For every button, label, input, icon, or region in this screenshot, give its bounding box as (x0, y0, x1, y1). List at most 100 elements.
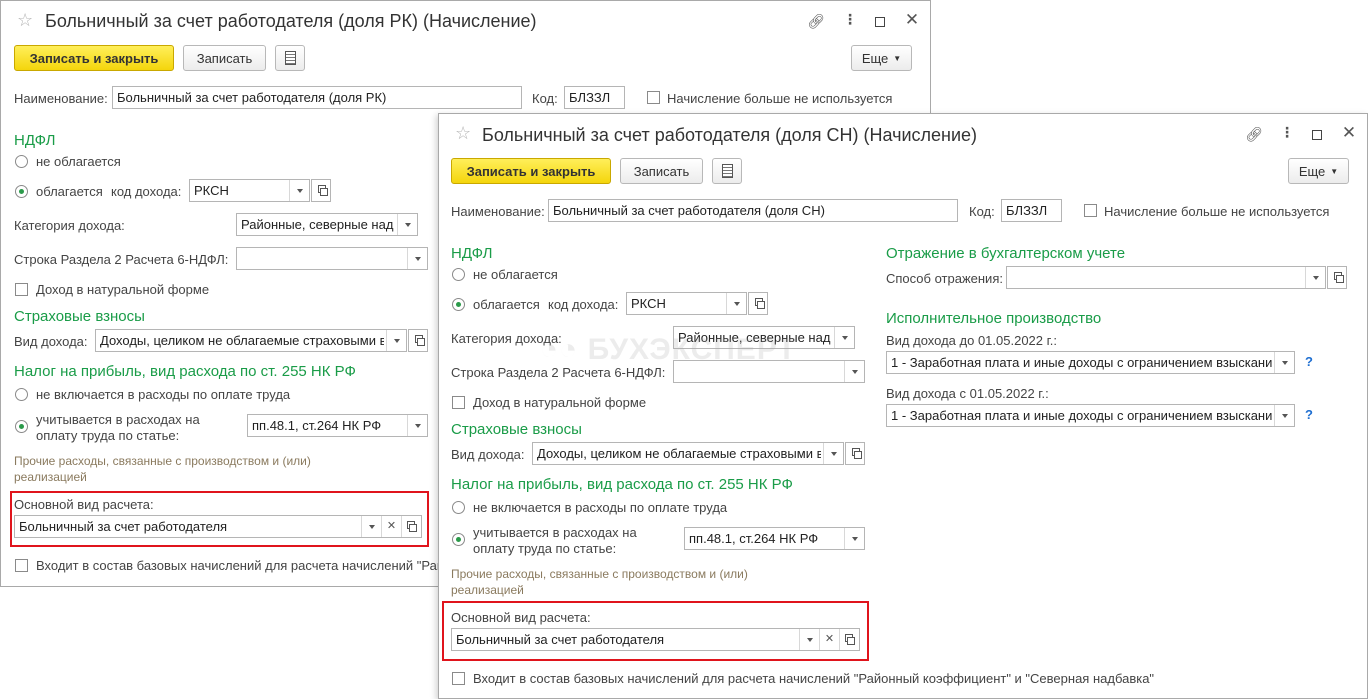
not-included-label: не включается в расходы по оплате труда (36, 387, 291, 402)
dropdown-arrow-icon[interactable] (407, 415, 427, 436)
not-included-radio[interactable] (452, 501, 465, 514)
maximize-icon[interactable] (1312, 130, 1322, 140)
dropdown-arrow-icon[interactable] (823, 443, 843, 464)
more-vertical-icon[interactable]: ⋮ (841, 11, 859, 28)
not-taxed-radio[interactable] (15, 155, 28, 168)
favorite-star-icon[interactable]: ☆ (455, 123, 471, 144)
other-expenses-hint: Прочие расходы, связанные с производство… (451, 567, 748, 597)
accounting-section-title: Отражение в бухгалтерском учете (886, 245, 1126, 262)
more-menu-button[interactable]: Еще ▼ (851, 45, 912, 71)
income-code-value: РКСН (631, 296, 666, 311)
link-icon[interactable]: 🔗︎ (1245, 126, 1263, 143)
main-type-select[interactable]: Больничный за счет работодателя ✕ (451, 628, 860, 651)
accounting-method-select[interactable] (1006, 266, 1326, 289)
taxed-radio[interactable] (15, 185, 28, 198)
watermark: ◔◔ БУХЭКСПЕРТ (540, 333, 797, 367)
row6-select[interactable] (236, 247, 428, 270)
base-accruals-checkbox[interactable] (452, 672, 465, 685)
dropdown-arrow-icon[interactable] (407, 248, 427, 269)
income-code-select[interactable]: РКСН (189, 179, 310, 202)
included-label-line1: учитывается в расходах на (473, 525, 637, 540)
name-field[interactable]: Больничный за счет работодателя (доля РК… (112, 86, 522, 109)
favorite-star-icon[interactable]: ☆ (17, 10, 33, 31)
dropdown-arrow-icon[interactable] (386, 330, 406, 351)
open-income-code-button[interactable] (311, 179, 331, 202)
code-field[interactable]: БЛЗЗЛ (564, 86, 625, 109)
dropdown-arrow-icon[interactable] (289, 180, 309, 201)
code-field[interactable]: БЛЗЗЛ (1001, 199, 1062, 222)
help-icon[interactable]: ? (1305, 407, 1313, 422)
income-code-label: код дохода: (548, 297, 619, 312)
window-accrual-sn: ☆ Больничный за счет работодателя (доля … (438, 113, 1368, 699)
dropdown-arrow-icon[interactable] (844, 528, 864, 549)
document-list-button[interactable] (275, 45, 305, 71)
dropdown-arrow-icon[interactable] (799, 629, 819, 650)
dropdown-arrow-icon[interactable] (844, 361, 864, 382)
income-after-select[interactable]: 1 - Заработная плата и иные доходы с огр… (886, 404, 1295, 427)
income-type-label: Вид дохода: (451, 447, 525, 462)
income-before-select[interactable]: 1 - Заработная плата и иные доходы с огр… (886, 351, 1295, 374)
dropdown-arrow-icon[interactable] (397, 214, 417, 235)
save-button[interactable]: Записать (183, 45, 266, 71)
not-taxed-radio[interactable] (452, 268, 465, 281)
dropdown-arrow-icon[interactable] (1305, 267, 1325, 288)
main-type-select[interactable]: Больничный за счет работодателя ✕ (14, 515, 422, 538)
dropdown-arrow-icon[interactable] (1274, 405, 1294, 426)
save-close-button[interactable]: Записать и закрыть (451, 158, 611, 184)
unused-checkbox[interactable] (1084, 204, 1097, 217)
included-label-line2: оплату труда по статье: (473, 541, 617, 556)
row6-label: Строка Раздела 2 Расчета 6-НДФЛ: (14, 252, 229, 267)
save-close-button[interactable]: Записать и закрыть (14, 45, 174, 71)
document-list-button[interactable] (712, 158, 742, 184)
open-income-type-button[interactable] (408, 329, 428, 352)
more-vertical-icon[interactable]: ⋮ (1278, 124, 1296, 141)
open-income-code-button[interactable] (748, 292, 768, 315)
insurance-section-title: Страховые взносы (14, 308, 145, 325)
name-field[interactable]: Больничный за счет работодателя (доля СН… (548, 199, 958, 222)
not-included-radio[interactable] (15, 388, 28, 401)
clear-icon[interactable]: ✕ (819, 629, 839, 650)
open-icon[interactable] (839, 629, 859, 650)
income-category-select[interactable]: Районные, северные над (236, 213, 418, 236)
base-accruals-checkbox[interactable] (15, 559, 28, 572)
taxed-label: облагается (36, 184, 103, 199)
income-type-select[interactable]: Доходы, целиком не облагаемые страховыми… (95, 329, 407, 352)
profit-tax-section-title: Налог на прибыль, вид расхода по ст. 255… (451, 476, 793, 493)
natural-income-checkbox[interactable] (15, 283, 28, 296)
other-expenses-hint: Прочие расходы, связанные с производство… (14, 454, 311, 484)
included-radio[interactable] (452, 533, 465, 546)
profit-tax-section-title: Налог на прибыль, вид расхода по ст. 255… (14, 363, 356, 380)
clear-icon[interactable]: ✕ (381, 516, 401, 537)
code-label: Код: (969, 204, 995, 219)
dropdown-arrow-icon[interactable] (834, 327, 854, 348)
natural-income-label: Доход в натуральной форме (36, 282, 210, 297)
income-before-label: Вид дохода до 01.05.2022 г.: (886, 333, 1058, 348)
document-list-icon (721, 164, 733, 178)
dropdown-arrow-icon[interactable] (726, 293, 746, 314)
save-button[interactable]: Записать (620, 158, 703, 184)
included-label-line2: оплату труда по статье: (36, 428, 180, 443)
name-label: Наименование: (14, 91, 108, 106)
expense-article-select[interactable]: пп.48.1, ст.264 НК РФ (684, 527, 865, 550)
more-menu-button[interactable]: Еще ▼ (1288, 158, 1349, 184)
window-title: Больничный за счет работодателя (доля СН… (482, 125, 978, 145)
close-icon[interactable]: ✕ (1340, 123, 1358, 143)
included-radio[interactable] (15, 420, 28, 433)
dropdown-arrow-icon[interactable] (361, 516, 381, 537)
natural-income-checkbox[interactable] (452, 396, 465, 409)
not-taxed-label: не облагается (473, 267, 558, 282)
unused-checkbox[interactable] (647, 91, 660, 104)
taxed-radio[interactable] (452, 298, 465, 311)
maximize-icon[interactable] (875, 17, 885, 27)
income-code-select[interactable]: РКСН (626, 292, 747, 315)
open-accounting-method-button[interactable] (1327, 266, 1347, 289)
income-type-select[interactable]: Доходы, целиком не облагаемые страховыми… (532, 442, 844, 465)
expense-article-select[interactable]: пп.48.1, ст.264 НК РФ (247, 414, 428, 437)
close-icon[interactable]: ✕ (903, 10, 921, 30)
open-icon[interactable] (401, 516, 421, 537)
open-income-type-button[interactable] (845, 442, 865, 465)
link-icon[interactable]: 🔗︎ (807, 13, 825, 30)
dropdown-arrow-icon[interactable] (1274, 352, 1294, 373)
help-icon[interactable]: ? (1305, 354, 1313, 369)
included-label-line1: учитывается в расходах на (36, 412, 200, 427)
